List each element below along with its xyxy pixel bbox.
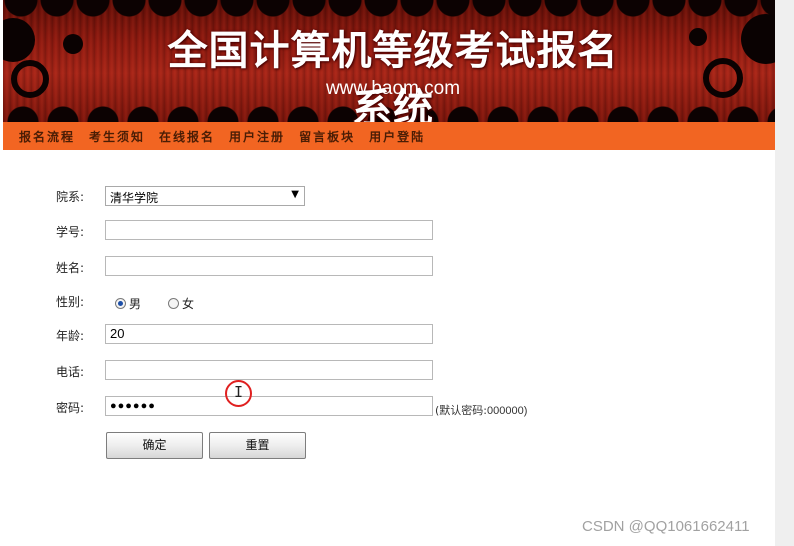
site-url: www.baom.com <box>325 78 461 99</box>
gender-female-label: 女 <box>182 297 195 311</box>
student-id-input[interactable] <box>105 220 433 240</box>
college-label: 院系: <box>56 190 85 204</box>
site-title: 全国计算机等级考试报名系统 <box>167 28 619 122</box>
password-hint-value: 000000) <box>487 405 528 417</box>
banner-ornament-right <box>741 14 775 64</box>
age-input[interactable]: 20 <box>105 324 433 344</box>
chevron-down-icon: ▼ <box>291 189 299 200</box>
nav-item-user-register[interactable]: 用户注册 <box>229 128 285 145</box>
banner-ornament-left-small <box>63 34 83 54</box>
main-nav: 报名流程 考生须知 在线报名 用户注册 留言板块 用户登陆 <box>3 122 775 150</box>
password-label: 密码: <box>56 401 85 415</box>
password-hint-text: (默认密码: <box>435 404 487 417</box>
registration-form: 院系: 清华学院 ▼ 学号: 姓名: 性别: 男 女 年龄: 20 电话: 密码… <box>3 150 775 546</box>
gender-option-female[interactable]: 女 <box>168 295 194 312</box>
phone-input[interactable] <box>105 360 433 380</box>
name-label: 姓名: <box>56 261 85 275</box>
age-label: 年龄: <box>56 329 85 343</box>
window-edge <box>775 0 794 546</box>
name-input[interactable] <box>105 256 433 276</box>
nav-item-user-login[interactable]: 用户登陆 <box>369 128 425 145</box>
text-cursor-icon: I <box>234 383 244 401</box>
college-select-value: 清华学院 <box>110 191 159 205</box>
nav-list: 报名流程 考生须知 在线报名 用户注册 留言板块 用户登陆 <box>3 122 775 150</box>
page: 全国计算机等级考试报名系统 www.baom.com 报名流程 考生须知 在线报… <box>3 0 775 546</box>
nav-item-online-registration[interactable]: 在线报名 <box>159 128 215 145</box>
reset-button[interactable]: 重置 <box>209 432 306 459</box>
gender-option-male[interactable]: 男 <box>115 295 141 312</box>
nav-item-process[interactable]: 报名流程 <box>19 128 75 145</box>
banner-ornament-right-ring <box>703 58 743 98</box>
banner-top-scallop <box>3 0 775 20</box>
radio-unchecked-icon[interactable] <box>168 298 179 309</box>
nav-item-notice[interactable]: 考生须知 <box>89 128 145 145</box>
banner-ornament-right-small <box>689 28 707 46</box>
student-id-label: 学号: <box>56 225 85 239</box>
radio-checked-icon[interactable] <box>115 298 126 309</box>
password-input[interactable]: ●●●●●● <box>105 396 433 416</box>
nav-item-message-board[interactable]: 留言板块 <box>299 128 355 145</box>
gender-male-label: 男 <box>129 297 142 311</box>
password-hint: (默认密码:000000) <box>435 402 527 418</box>
watermark: CSDN @QQ1061662411 <box>582 518 750 535</box>
banner-ornament-left <box>3 18 35 62</box>
phone-label: 电话: <box>56 365 85 379</box>
banner-ornament-left-ring <box>11 60 49 98</box>
college-select[interactable]: 清华学院 ▼ <box>105 186 305 206</box>
gender-label: 性别: <box>56 295 85 309</box>
site-banner: 全国计算机等级考试报名系统 www.baom.com <box>3 0 775 122</box>
submit-button[interactable]: 确定 <box>106 432 203 459</box>
